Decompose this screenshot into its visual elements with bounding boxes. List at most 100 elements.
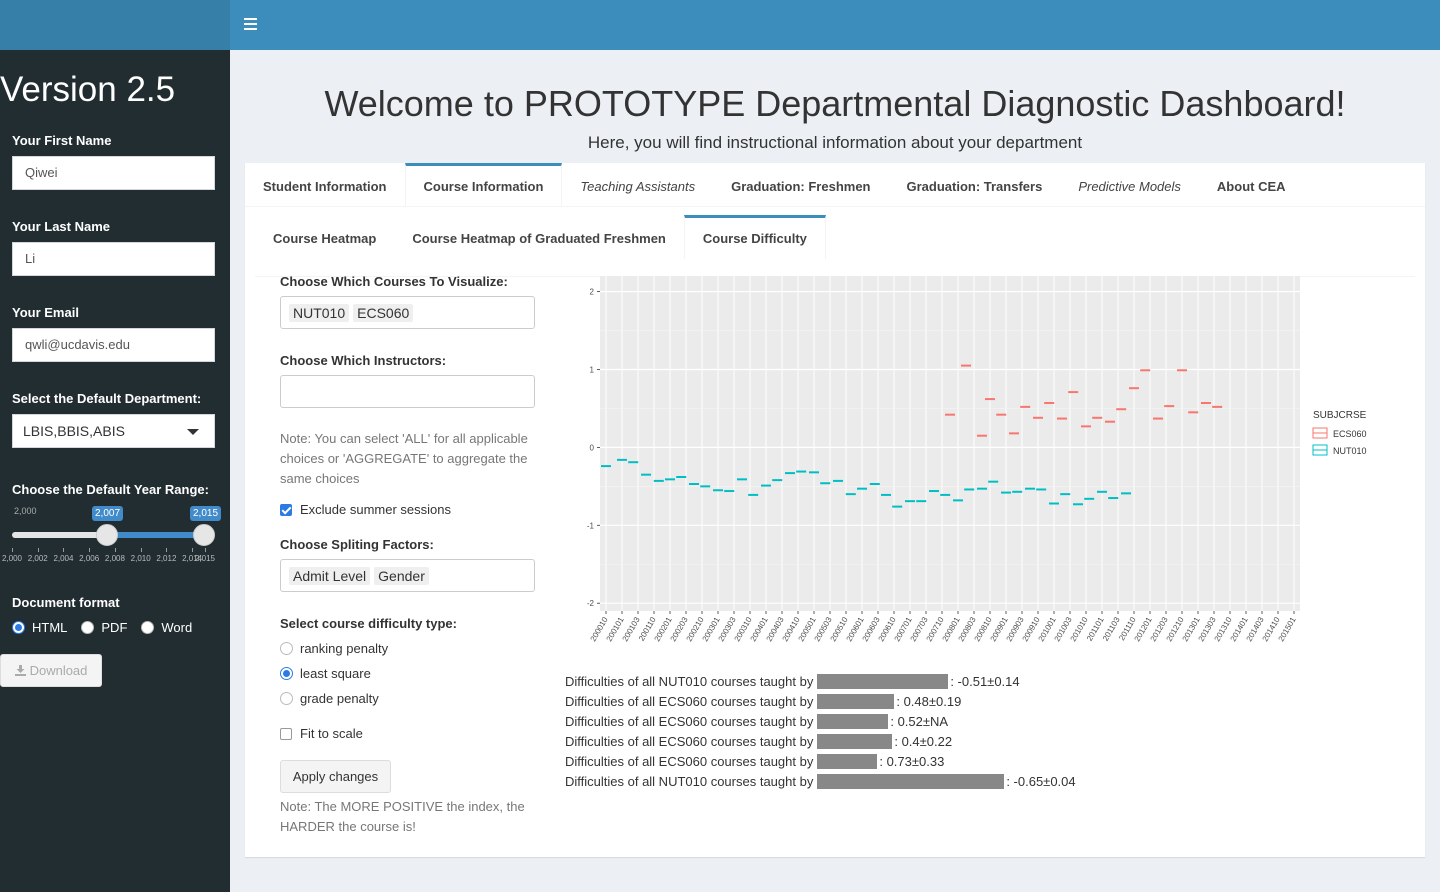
year-range-slider[interactable]: 2,000 2,007 2,015 2,000 2,002 2,004 2,006 2,… (2, 506, 222, 568)
document-format-label: Document format (12, 595, 120, 610)
tab-about-cea[interactable]: About CEA (1199, 163, 1304, 207)
difficulty-value: : -0.51±0.14 (950, 673, 1020, 689)
slider-tick (63, 548, 65, 552)
radio-pdf[interactable] (81, 621, 95, 634)
slider-tick (12, 548, 13, 552)
slider-min-label: 2,000 (14, 506, 37, 516)
legend-label: ECS060 (1333, 429, 1367, 439)
fit-scale-checkbox[interactable] (280, 727, 292, 740)
y-tick-label: 2 (590, 288, 595, 297)
tab-teaching-assistants[interactable]: Teaching Assistants (562, 163, 713, 207)
radio-html[interactable] (12, 621, 25, 634)
instructors-note: Note: You can select 'ALL' for all appli… (280, 431, 528, 486)
instructors-label: Choose Which Instructors: (280, 353, 447, 368)
redacted-instructor-bar (817, 753, 878, 769)
difficulty-note: Note: The MORE POSITIVE the index, the H… (280, 799, 525, 834)
difficulty-line: Difficulties of all ECS060 courses taugh… (565, 713, 948, 729)
first-name-input[interactable]: Qiwei (12, 156, 215, 190)
slider-from-handle[interactable] (96, 524, 118, 546)
difficulty-text: Difficulties of all ECS060 courses taugh… (565, 693, 814, 709)
tab-graduation-transfers[interactable]: Graduation: Transfers (889, 163, 1061, 207)
y-tick-label: -2 (587, 599, 595, 608)
subtab-course-difficulty[interactable]: Course Difficulty (683, 215, 826, 259)
course-difficulty-chart: 2000102001012001032001102002012002032002… (587, 276, 1367, 643)
tab-predictive-models[interactable]: Predictive Models (1060, 163, 1199, 207)
courses-select[interactable]: NUT010 ECS060 (280, 296, 535, 329)
sidebar: Version 2.5 Your First Name Qiwei Your L… (0, 50, 230, 892)
difficulty-value: : 0.73±0.33 (879, 753, 945, 769)
difficulty-text: Difficulties of all ECS060 courses taugh… (565, 733, 814, 749)
slider-tick-label: 2,002 (27, 554, 48, 563)
last-name-label: Your Last Name (12, 219, 111, 234)
split-factors-select[interactable]: Admit Level Gender (280, 559, 535, 592)
tab-student-information[interactable]: Student Information (245, 163, 405, 207)
page-title: Welcome to PROTOTYPE Departmental Diagno… (324, 83, 1346, 124)
tab-course-information[interactable]: Course Information (404, 163, 563, 207)
email-input[interactable]: qwli@ucdavis.edu (12, 328, 215, 362)
redacted-instructor-bar (817, 713, 889, 729)
slider-tick-label: 2,000 (1, 554, 23, 563)
difficulty-option-ranking[interactable]: ranking penalty (280, 641, 388, 656)
difficulty-line: Difficulties of all ECS060 courses taugh… (565, 753, 944, 769)
chevron-down-icon (187, 429, 199, 435)
page-subtitle: Here, you will find instructional inform… (587, 133, 1083, 152)
slider-tick (192, 548, 194, 552)
y-tick-label: -1 (587, 521, 595, 530)
document-format-radios: HTML PDF Word (12, 620, 206, 635)
instructors-select[interactable] (280, 375, 535, 408)
slider-tick (114, 548, 116, 552)
last-name-input[interactable]: Li (12, 242, 215, 276)
format-option-word[interactable]: Word (141, 620, 192, 635)
slider-to-handle[interactable] (193, 524, 215, 546)
slider-tick (140, 548, 142, 552)
department-select[interactable]: LBIS,BBIS,ABIS (12, 414, 215, 448)
logo-bar (0, 0, 230, 50)
course-chip[interactable]: ECS060 (353, 303, 414, 322)
tab-graduation-freshmen[interactable]: Graduation: Freshmen (713, 163, 888, 207)
y-tick-label: 1 (590, 365, 595, 374)
difficulty-line: Difficulties of all ECS060 courses taugh… (565, 693, 961, 709)
radio-ranking-penalty[interactable] (280, 642, 293, 655)
year-range-label: Choose the Default Year Range: (12, 482, 209, 497)
difficulty-option-grade[interactable]: grade penalty (280, 691, 379, 706)
exclude-summer-checkbox[interactable] (280, 503, 292, 516)
split-factor-chip[interactable]: Admit Level (289, 566, 371, 585)
slider-tick (166, 548, 168, 552)
slider-ticks: 2,000 2,002 2,004 2,006 2,008 2,010 2,012 2,014… (2, 548, 217, 568)
difficulty-type-label: Select course difficulty type: (280, 616, 457, 631)
difficulty-text: Difficulties of all ECS060 courses taugh… (565, 753, 814, 769)
slider-tick-label: 2,012 (156, 554, 177, 563)
difficulty-text: Difficulties of all NUT010 courses taugh… (565, 673, 814, 689)
slider-to-badge: 2,015 (190, 506, 222, 521)
main-tabbox: Student Information Course Information T… (245, 163, 1425, 857)
courses-label: Choose Which Courses To Visualize: (280, 274, 508, 289)
subtab-course-heatmap[interactable]: Course Heatmap (255, 215, 394, 259)
radio-least-square[interactable] (280, 667, 293, 680)
fit-scale-checkbox-row[interactable]: Fit to scale (280, 726, 363, 741)
apply-changes-button[interactable]: Apply changes (280, 760, 391, 793)
slider-tick (89, 548, 91, 552)
department-value: LBIS,BBIS,ABIS (23, 423, 125, 439)
slider-tick-label: 2,006 (79, 554, 100, 563)
difficulty-option-least-square[interactable]: least square (280, 666, 371, 681)
difficulty-text: Difficulties of all NUT010 courses taugh… (565, 773, 814, 789)
exclude-summer-checkbox-row[interactable]: Exclude summer sessions (280, 502, 451, 517)
download-button[interactable]: Download (0, 654, 102, 687)
split-factors-label: Choose Spliting Factors: (280, 537, 434, 552)
first-name-label: Your First Name (12, 133, 112, 148)
slider-from-badge: 2,007 (92, 506, 124, 521)
sidebar-toggle-icon[interactable] (244, 18, 257, 31)
y-tick-label: 0 (590, 443, 595, 452)
difficulty-line: Difficulties of all NUT010 courses taugh… (565, 773, 1076, 789)
department-label: Select the Default Department: (12, 391, 202, 406)
course-chip[interactable]: NUT010 (289, 303, 350, 322)
split-factor-chip[interactable]: Gender (374, 566, 429, 585)
format-option-pdf[interactable]: PDF (81, 620, 127, 635)
format-option-html[interactable]: HTML (12, 620, 67, 635)
difficulty-line: Difficulties of all NUT010 courses taugh… (565, 673, 1020, 689)
subtab-course-heatmap-graduated[interactable]: Course Heatmap of Graduated Freshmen (394, 215, 684, 259)
radio-word[interactable] (141, 621, 155, 634)
main-tabs: Student Information Course Information T… (245, 163, 1425, 207)
radio-grade-penalty[interactable] (280, 692, 293, 705)
legend-label: NUT010 (1333, 446, 1367, 456)
